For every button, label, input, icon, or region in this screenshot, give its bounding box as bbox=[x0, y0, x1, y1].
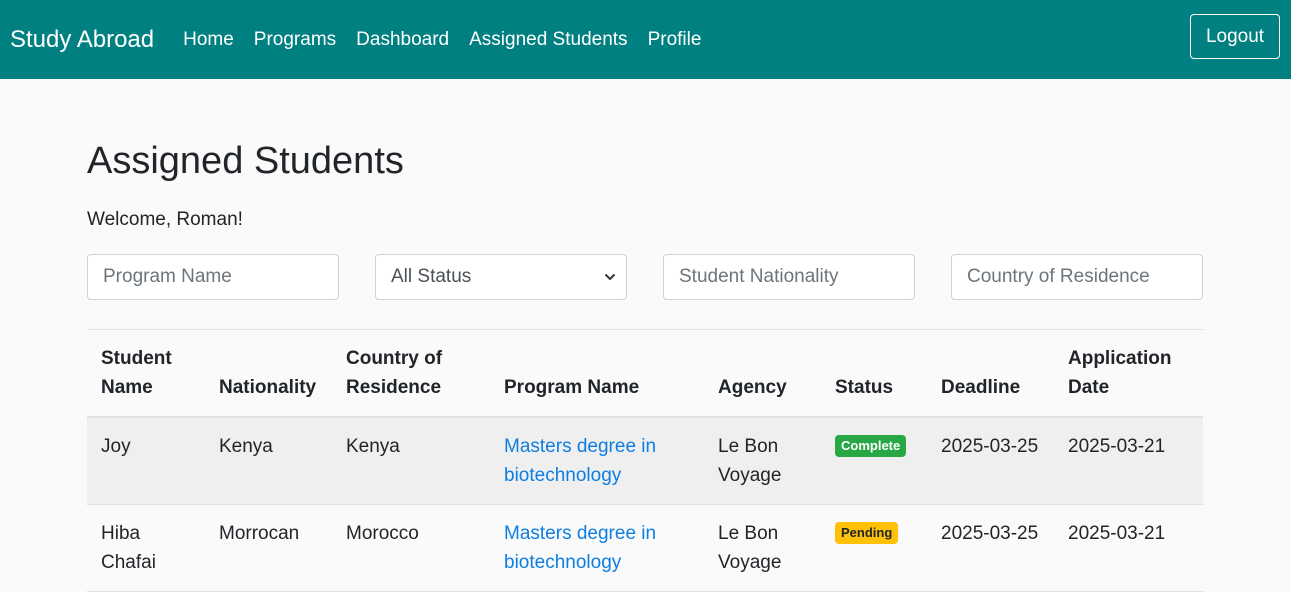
cell-agency: Le Bon Voyage bbox=[704, 417, 821, 505]
table-header-row: Student Name Nationality Country of Resi… bbox=[87, 329, 1203, 418]
country-of-residence-placeholder: Country of Residence bbox=[967, 266, 1150, 287]
cell-country-of-residence: Kenya bbox=[332, 417, 490, 505]
status-badge: Complete bbox=[835, 435, 907, 457]
top-navbar: Study Abroad Home Programs Dashboard Ass… bbox=[0, 0, 1291, 79]
header-agency: Agency bbox=[704, 329, 821, 418]
students-table: Student Name Nationality Country of Resi… bbox=[87, 329, 1203, 592]
logout-button[interactable]: Logout bbox=[1190, 14, 1280, 59]
table-row: Hiba Chafai Morrocan Morocco Masters deg… bbox=[87, 504, 1203, 592]
program-link[interactable]: Masters degree in biotechnology bbox=[504, 436, 656, 486]
cell-nationality: Kenya bbox=[205, 417, 332, 505]
welcome-message: Welcome, Roman! bbox=[87, 209, 243, 230]
main-content: Assigned Students Welcome, Roman! Progra… bbox=[87, 79, 1203, 592]
page-title: Assigned Students bbox=[87, 140, 404, 182]
header-student-name: Student Name bbox=[87, 329, 205, 418]
header-nationality: Nationality bbox=[205, 329, 332, 418]
chevron-down-icon bbox=[605, 274, 615, 280]
cell-country-of-residence: Morocco bbox=[332, 504, 490, 592]
cell-student-name: Hiba Chafai bbox=[87, 504, 205, 592]
cell-agency: Le Bon Voyage bbox=[704, 504, 821, 592]
cell-student-name: Joy bbox=[87, 417, 205, 505]
cell-status: Complete bbox=[821, 417, 927, 505]
header-deadline: Deadline bbox=[927, 329, 1054, 418]
student-nationality-input[interactable]: Student Nationality bbox=[663, 254, 915, 300]
nav-dashboard[interactable]: Dashboard bbox=[346, 29, 459, 51]
filter-bar: Program Name All Status Student National… bbox=[87, 254, 1203, 300]
student-nationality-placeholder: Student Nationality bbox=[679, 266, 839, 287]
header-country-of-residence: Country of Residence bbox=[332, 329, 490, 418]
cell-nationality: Morrocan bbox=[205, 504, 332, 592]
header-application-date: Application Date bbox=[1054, 329, 1203, 418]
cell-application-date: 2025-03-21 bbox=[1054, 417, 1203, 505]
cell-application-date: 2025-03-21 bbox=[1054, 504, 1203, 592]
status-select[interactable]: All Status bbox=[375, 254, 627, 300]
cell-deadline: 2025-03-25 bbox=[927, 417, 1054, 505]
cell-program: Masters degree in biotechnology bbox=[490, 417, 704, 505]
status-select-value: All Status bbox=[391, 266, 472, 287]
brand-link[interactable]: Study Abroad bbox=[10, 26, 154, 54]
nav-profile[interactable]: Profile bbox=[638, 29, 712, 51]
nav-assigned-students[interactable]: Assigned Students bbox=[459, 29, 637, 51]
nav-links: Home Programs Dashboard Assigned Student… bbox=[173, 29, 711, 51]
program-name-input[interactable]: Program Name bbox=[87, 254, 339, 300]
cell-program: Masters degree in biotechnology bbox=[490, 504, 704, 592]
cell-status: Pending bbox=[821, 504, 927, 592]
program-name-placeholder: Program Name bbox=[103, 266, 232, 287]
cell-deadline: 2025-03-25 bbox=[927, 504, 1054, 592]
nav-programs[interactable]: Programs bbox=[244, 29, 346, 51]
header-program-name: Program Name bbox=[490, 329, 704, 418]
nav-home[interactable]: Home bbox=[173, 29, 244, 51]
country-of-residence-input[interactable]: Country of Residence bbox=[951, 254, 1203, 300]
table-row: Joy Kenya Kenya Masters degree in biotec… bbox=[87, 417, 1203, 505]
header-status: Status bbox=[821, 329, 927, 418]
status-badge: Pending bbox=[835, 522, 899, 544]
program-link[interactable]: Masters degree in biotechnology bbox=[504, 523, 656, 573]
